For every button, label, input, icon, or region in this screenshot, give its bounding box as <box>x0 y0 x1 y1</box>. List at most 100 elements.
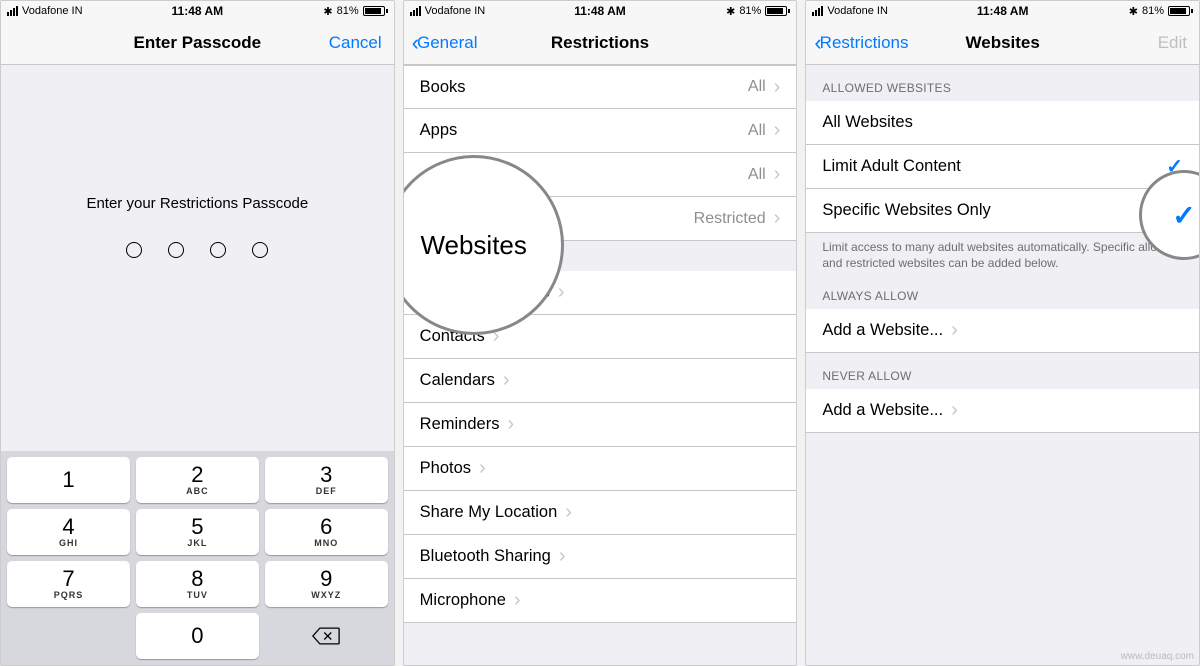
chevron-right-icon: › <box>774 207 781 230</box>
key-4[interactable]: 4GHI <box>7 509 130 555</box>
nav-bar: ‹ General Restrictions <box>404 21 797 65</box>
option-label: All Websites <box>822 113 912 132</box>
chevron-right-icon: › <box>951 399 958 422</box>
key-9[interactable]: 9WXYZ <box>265 561 388 607</box>
back-label: General <box>417 33 477 53</box>
key-blank <box>7 613 130 659</box>
chevron-right-icon: › <box>951 319 958 342</box>
status-time: 11:48 AM <box>977 4 1029 18</box>
carrier-label: Vodafone IN <box>827 5 888 17</box>
row-share-location[interactable]: Share My Location› <box>404 491 797 535</box>
row-contacts[interactable]: Contacts › <box>404 315 797 359</box>
passcode-dot <box>168 242 184 258</box>
row-label: Location Services <box>420 283 550 302</box>
nav-title: Enter Passcode <box>134 33 262 53</box>
chevron-right-icon: › <box>493 325 500 348</box>
row-label: Add a Website... <box>822 401 943 420</box>
key-3[interactable]: 3DEF <box>265 457 388 503</box>
edit-button[interactable]: Edit <box>1158 33 1187 53</box>
add-never-website[interactable]: Add a Website... › <box>806 389 1199 433</box>
row-apps[interactable]: Apps All › <box>404 109 797 153</box>
battery-icon <box>363 6 388 16</box>
section-allowed-header: ALLOWED WEBSITES <box>806 65 1199 101</box>
bluetooth-icon: ✱ <box>1129 5 1138 18</box>
row-value: All <box>748 122 766 140</box>
row-label: Share My Location <box>420 503 558 522</box>
status-bar: Vodafone IN 11:48 AM ✱ 81% <box>1 1 394 21</box>
nav-bar: Enter Passcode Cancel <box>1 21 394 65</box>
row-reminders[interactable]: Reminders › <box>404 403 797 447</box>
battery-icon <box>765 6 790 16</box>
option-limit-adult[interactable]: Limit Adult Content ✓ <box>806 145 1199 189</box>
cancel-button[interactable]: Cancel <box>329 33 382 53</box>
status-time: 11:48 AM <box>574 4 626 18</box>
row-value: All <box>748 166 766 184</box>
option-specific-only[interactable]: Specific Websites Only <box>806 189 1199 233</box>
passcode-dots <box>1 242 394 258</box>
back-button[interactable]: ‹ General <box>412 32 478 54</box>
chevron-right-icon: › <box>774 76 781 99</box>
row-label: Books <box>420 78 466 97</box>
row-photos[interactable]: Photos › <box>404 447 797 491</box>
key-0[interactable]: 0 <box>136 613 259 659</box>
row-label: Websites <box>420 209 488 228</box>
numeric-keypad: 1 2ABC 3DEF 4GHI 5JKL 6MNO 7PQRS 8TUV 9W… <box>1 451 394 665</box>
signal-icon <box>812 6 823 16</box>
row-label: Calendars <box>420 371 495 390</box>
nav-bar: ‹ Restrictions Websites Edit <box>806 21 1199 65</box>
backspace-button[interactable] <box>265 613 388 659</box>
row-label: Reminders <box>420 415 500 434</box>
chevron-right-icon: › <box>558 281 565 304</box>
section-never-header: NEVER ALLOW <box>806 353 1199 389</box>
option-label: Limit Adult Content <box>822 157 961 176</box>
row-books[interactable]: Books All › <box>404 65 797 109</box>
section-footer: Limit access to many adult websites auto… <box>806 233 1199 273</box>
passcode-prompt: Enter your Restrictions Passcode <box>1 195 394 212</box>
battery-percent: 81% <box>1142 5 1164 17</box>
battery-percent: 81% <box>739 5 761 17</box>
row-location[interactable]: Location Services › <box>404 271 797 315</box>
nav-title: Websites <box>966 33 1040 53</box>
key-7[interactable]: 7PQRS <box>7 561 130 607</box>
battery-icon <box>1168 6 1193 16</box>
key-8[interactable]: 8TUV <box>136 561 259 607</box>
chevron-right-icon: › <box>507 413 514 436</box>
checkmark-icon: ✓ <box>1166 154 1183 179</box>
signal-icon <box>7 6 18 16</box>
carrier-label: Vodafone IN <box>425 5 486 17</box>
key-1[interactable]: 1 <box>7 457 130 503</box>
row-microphone[interactable]: Microphone› <box>404 579 797 623</box>
carrier-label: Vodafone IN <box>22 5 83 17</box>
row-label: Contacts <box>420 327 485 346</box>
screen-passcode: Vodafone IN 11:48 AM ✱ 81% Enter Passcod… <box>0 0 395 666</box>
backspace-icon <box>312 626 340 646</box>
battery-percent: 81% <box>337 5 359 17</box>
chevron-right-icon: › <box>774 163 781 186</box>
row-value: Restricted <box>694 210 766 228</box>
screen-restrictions: Vodafone IN 11:48 AM ✱ 81% ‹ General Res… <box>403 0 798 666</box>
bluetooth-icon: ✱ <box>726 5 735 18</box>
row-label: Photos <box>420 459 471 478</box>
back-button[interactable]: ‹ Restrictions <box>814 32 908 54</box>
row-label: Add a Website... <box>822 321 943 340</box>
row-label: Apps <box>420 121 458 140</box>
row-calendars[interactable]: Calendars › <box>404 359 797 403</box>
nav-title: Restrictions <box>551 33 649 53</box>
row-label: Microphone <box>420 591 506 610</box>
add-always-website[interactable]: Add a Website... › <box>806 309 1199 353</box>
key-5[interactable]: 5JKL <box>136 509 259 555</box>
option-all-websites[interactable]: All Websites <box>806 101 1199 145</box>
row-siri[interactable]: All › <box>404 153 797 197</box>
key-6[interactable]: 6MNO <box>265 509 388 555</box>
chevron-right-icon: › <box>503 369 510 392</box>
status-time: 11:48 AM <box>172 4 224 18</box>
row-bluetooth[interactable]: Bluetooth Sharing› <box>404 535 797 579</box>
watermark: www.deuaq.com <box>1121 651 1194 662</box>
passcode-dot <box>210 242 226 258</box>
section-always-header: ALWAYS ALLOW <box>806 273 1199 309</box>
back-label: Restrictions <box>820 33 909 53</box>
key-2[interactable]: 2ABC <box>136 457 259 503</box>
chevron-right-icon: › <box>479 457 486 480</box>
row-websites[interactable]: Websites Restricted › <box>404 197 797 241</box>
screen-websites: Vodafone IN 11:48 AM ✱ 81% ‹ Restriction… <box>805 0 1200 666</box>
